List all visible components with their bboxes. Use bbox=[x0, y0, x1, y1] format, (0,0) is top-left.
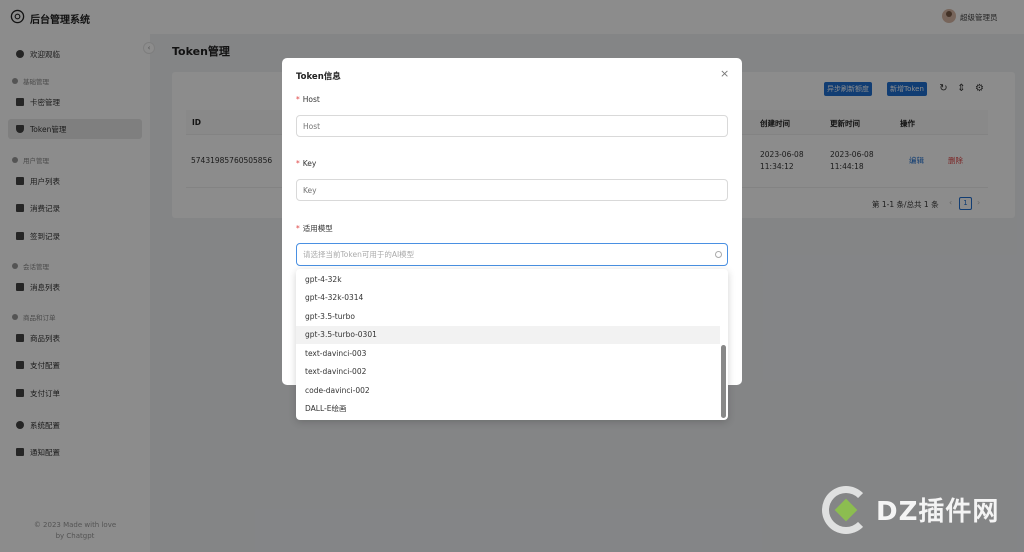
required-mark: * bbox=[296, 224, 300, 233]
model-option[interactable]: text-davinci-002 bbox=[296, 363, 720, 381]
close-icon[interactable]: × bbox=[720, 67, 729, 80]
model-option[interactable]: gpt-4-32k bbox=[296, 271, 720, 289]
host-label: * Host bbox=[296, 95, 320, 104]
model-option[interactable]: text-davinci-003 bbox=[296, 345, 720, 363]
search-icon bbox=[715, 251, 722, 258]
model-option[interactable]: code-davinci-002 bbox=[296, 382, 720, 400]
key-label: * Key bbox=[296, 159, 317, 168]
key-input[interactable] bbox=[296, 179, 728, 201]
dropdown-scrollbar[interactable] bbox=[721, 345, 726, 418]
model-select[interactable]: 请选择当前Token可用于的AI模型 bbox=[296, 243, 728, 266]
host-input[interactable] bbox=[296, 115, 728, 137]
required-mark: * bbox=[296, 159, 300, 168]
watermark-text: DZ插件网 bbox=[876, 497, 1000, 527]
model-option[interactable]: gpt-3.5-turbo bbox=[296, 308, 720, 326]
model-label: * 适用模型 bbox=[296, 224, 333, 233]
modal-title: Token信息 bbox=[296, 72, 341, 82]
model-option[interactable]: DALL-E绘画 bbox=[296, 400, 720, 418]
model-option-hovered[interactable]: gpt-3.5-turbo-0301 bbox=[296, 326, 720, 344]
model-dropdown: gpt-4-32k gpt-4-32k-0314 gpt-3.5-turbo g… bbox=[296, 269, 728, 420]
required-mark: * bbox=[296, 95, 300, 104]
model-option[interactable]: gpt-4-32k-0314 bbox=[296, 289, 720, 307]
